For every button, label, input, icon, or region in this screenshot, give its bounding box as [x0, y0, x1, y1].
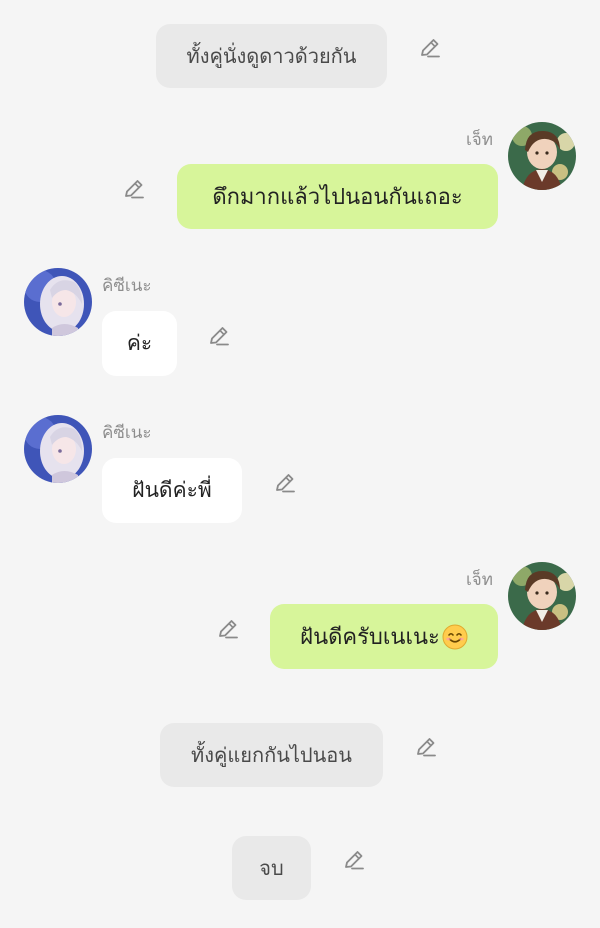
narration-text: จบ	[259, 856, 284, 880]
sender-name: คิซีเนะ	[102, 423, 152, 443]
edit-icon[interactable]	[121, 176, 147, 202]
edit-icon[interactable]	[413, 734, 439, 760]
other-message-bubble: ฝันดีค่ะพี่	[102, 458, 242, 523]
smiling-face-emoji-icon	[442, 624, 468, 650]
edit-icon[interactable]	[272, 470, 298, 496]
message-text: ดึกมากแล้วไปนอนกันเถอะ	[212, 185, 463, 210]
narration-text: ทั้งคู่แยกกันไปนอน	[191, 743, 352, 767]
narration-text: ทั้งคู่นั่งดูดาวด้วยกัน	[186, 44, 357, 68]
sender-name: เจ็ท	[466, 570, 493, 590]
other-message-bubble: ค่ะ	[102, 311, 177, 376]
message-text: ฝันดีครับเนเนะ	[300, 625, 440, 650]
my-message-bubble: ฝันดีครับเนเนะ	[270, 604, 498, 669]
edit-icon[interactable]	[215, 616, 241, 642]
edit-icon[interactable]	[341, 847, 367, 873]
message-text: ค่ะ	[126, 331, 153, 355]
sender-name: เจ็ท	[466, 130, 493, 150]
avatar[interactable]	[508, 562, 576, 630]
narration-bubble: จบ	[232, 836, 311, 900]
narration-bubble: ทั้งคู่นั่งดูดาวด้วยกัน	[156, 24, 387, 88]
my-message-bubble: ดึกมากแล้วไปนอนกันเถอะ	[177, 164, 498, 229]
avatar-image	[24, 415, 92, 483]
narration-bubble: ทั้งคู่แยกกันไปนอน	[160, 723, 383, 787]
avatar[interactable]	[24, 268, 92, 336]
edit-icon[interactable]	[417, 35, 443, 61]
avatar-image	[24, 268, 92, 336]
avatar[interactable]	[508, 122, 576, 190]
sender-name: คิซีเนะ	[102, 276, 152, 296]
edit-icon[interactable]	[206, 323, 232, 349]
message-text: ฝันดีค่ะพี่	[132, 478, 212, 502]
avatar[interactable]	[24, 415, 92, 483]
avatar-image	[508, 122, 576, 190]
avatar-image	[508, 562, 576, 630]
